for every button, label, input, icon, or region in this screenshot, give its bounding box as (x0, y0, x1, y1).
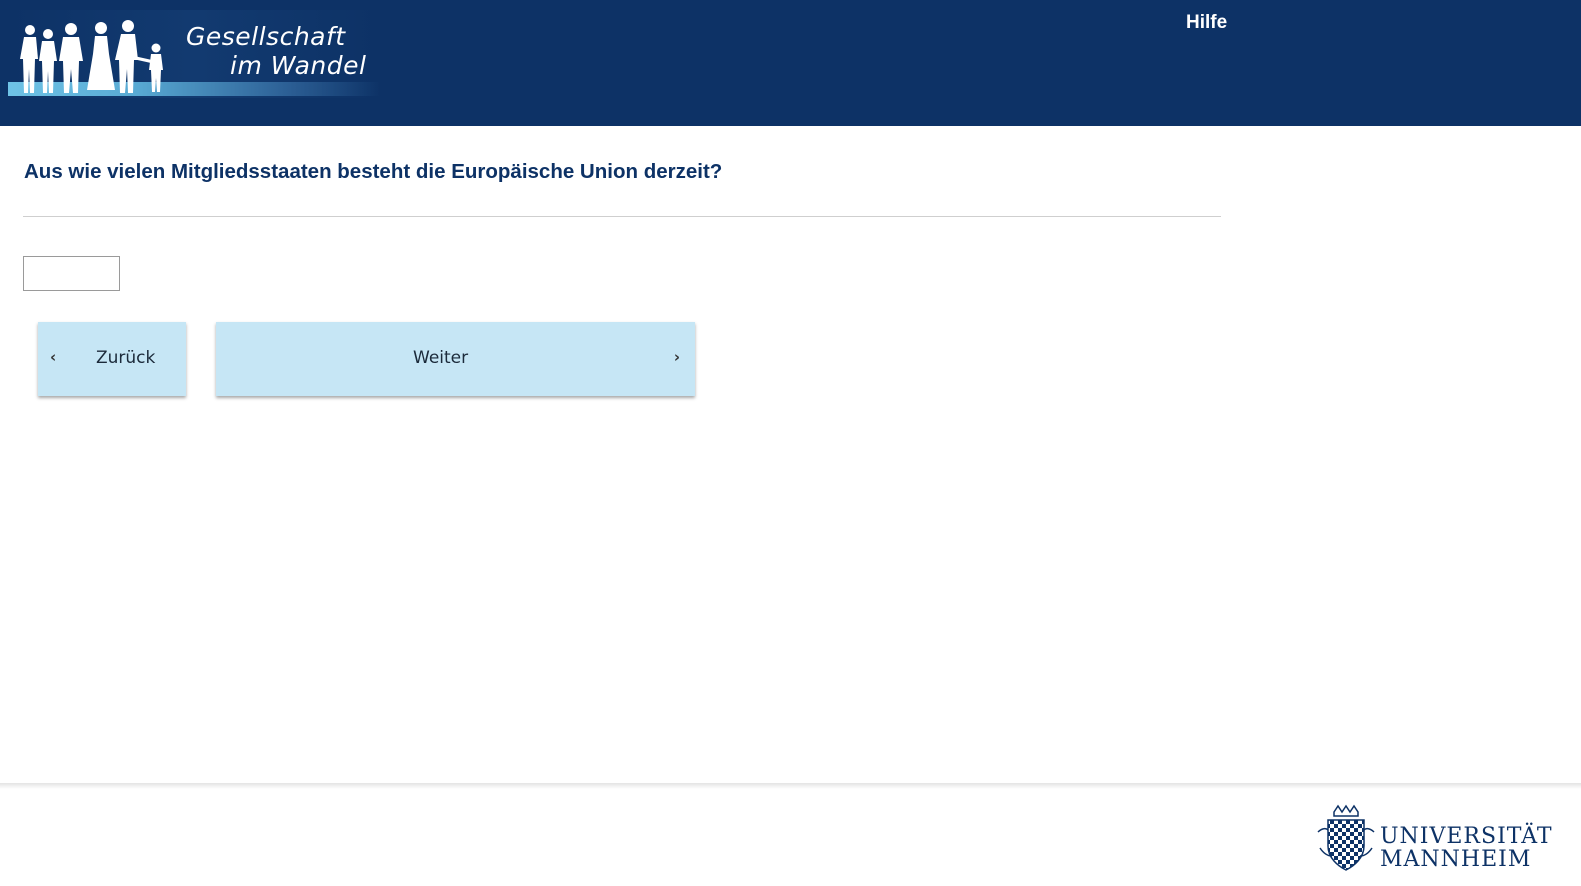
header-bar: Gesellschaft im Wandel Hilfe (0, 0, 1581, 126)
logo-text-line2: im Wandel (230, 51, 367, 80)
footer-divider (0, 783, 1581, 789)
university-name-line1: UNIVERSITÄT (1380, 824, 1553, 849)
answer-input[interactable] (23, 256, 120, 291)
logo-text-line1: Gesellschaft (186, 22, 346, 51)
divider (23, 216, 1221, 217)
university-crest-icon (1317, 804, 1375, 871)
help-link[interactable]: Hilfe (1186, 12, 1227, 34)
university-mannheim-logo: UNIVERSITÄT MANNHEIM (1314, 804, 1564, 880)
chevron-right-icon: › (673, 348, 680, 366)
chevron-left-icon: ‹ (50, 348, 57, 366)
people-silhouettes-icon (20, 20, 163, 93)
next-button[interactable]: Weiter › (216, 322, 695, 396)
back-button[interactable]: ‹ Zurück (38, 322, 186, 396)
gesellschaft-im-wandel-logo: Gesellschaft im Wandel (8, 10, 380, 98)
university-name-line2: MANNHEIM (1380, 847, 1532, 872)
next-button-label: Weiter (413, 348, 469, 368)
back-button-label: Zurück (96, 348, 156, 368)
question-text: Aus wie vielen Mitgliedsstaaten besteht … (24, 160, 723, 183)
